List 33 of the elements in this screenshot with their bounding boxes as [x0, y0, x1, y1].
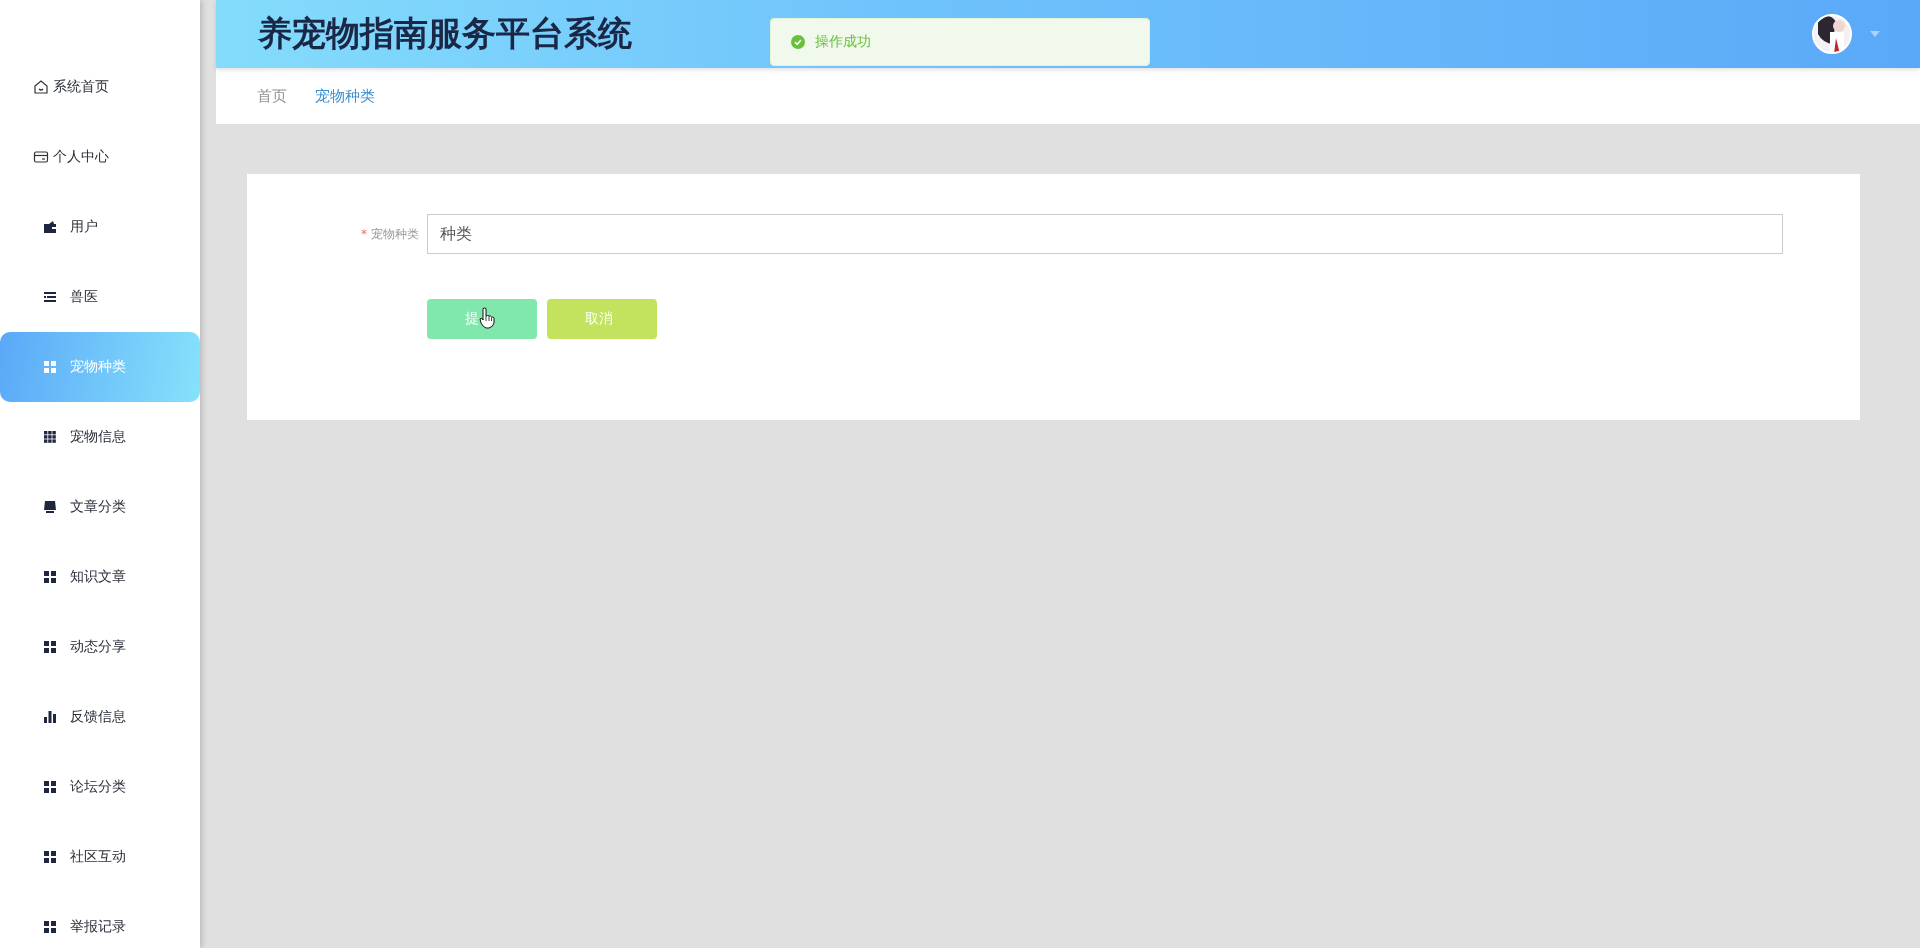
bar-chart-icon: [42, 709, 58, 725]
grid-icon: [42, 429, 58, 445]
sidebar-item[interactable]: 兽医: [0, 262, 200, 332]
sidebar-item[interactable]: 宠物信息: [0, 402, 200, 472]
sidebar-item[interactable]: 个人中心: [0, 122, 200, 192]
grid-icon: [42, 779, 58, 795]
sidebar-item[interactable]: 文章分类: [0, 472, 200, 542]
required-asterisk: *: [361, 226, 367, 241]
toast-message: 操作成功: [815, 33, 871, 51]
app-title: 养宠物指南服务平台系统: [258, 12, 632, 55]
sidebar-item[interactable]: 举报记录: [0, 892, 200, 948]
house-icon: [33, 79, 49, 95]
field-label: 宠物种类: [371, 226, 419, 241]
sidebar-item[interactable]: 知识文章: [0, 542, 200, 612]
sidebar-item[interactable]: 系统首页: [0, 52, 200, 122]
sidebar-item[interactable]: 用户: [0, 192, 200, 262]
wallet-icon: [42, 219, 58, 235]
list-icon: [42, 289, 58, 305]
card-icon: [33, 149, 49, 165]
grid-icon: [42, 639, 58, 655]
check-circle-icon: [791, 35, 805, 49]
sidebar-item[interactable]: 论坛分类: [0, 752, 200, 822]
sidebar-item[interactable]: 动态分享: [0, 612, 200, 682]
sidebar-item[interactable]: 社区互动: [0, 822, 200, 892]
grid-icon: [42, 919, 58, 935]
breadcrumb-link[interactable]: 宠物种类: [315, 86, 375, 106]
grid-icon: [42, 569, 58, 585]
tray-icon: [42, 499, 58, 515]
sidebar-item[interactable]: 反馈信息: [0, 682, 200, 752]
hand-cursor-icon: [479, 307, 495, 329]
grid-icon: [42, 849, 58, 865]
grid-icon: [42, 359, 58, 375]
input-field[interactable]: 种类: [427, 214, 1783, 254]
